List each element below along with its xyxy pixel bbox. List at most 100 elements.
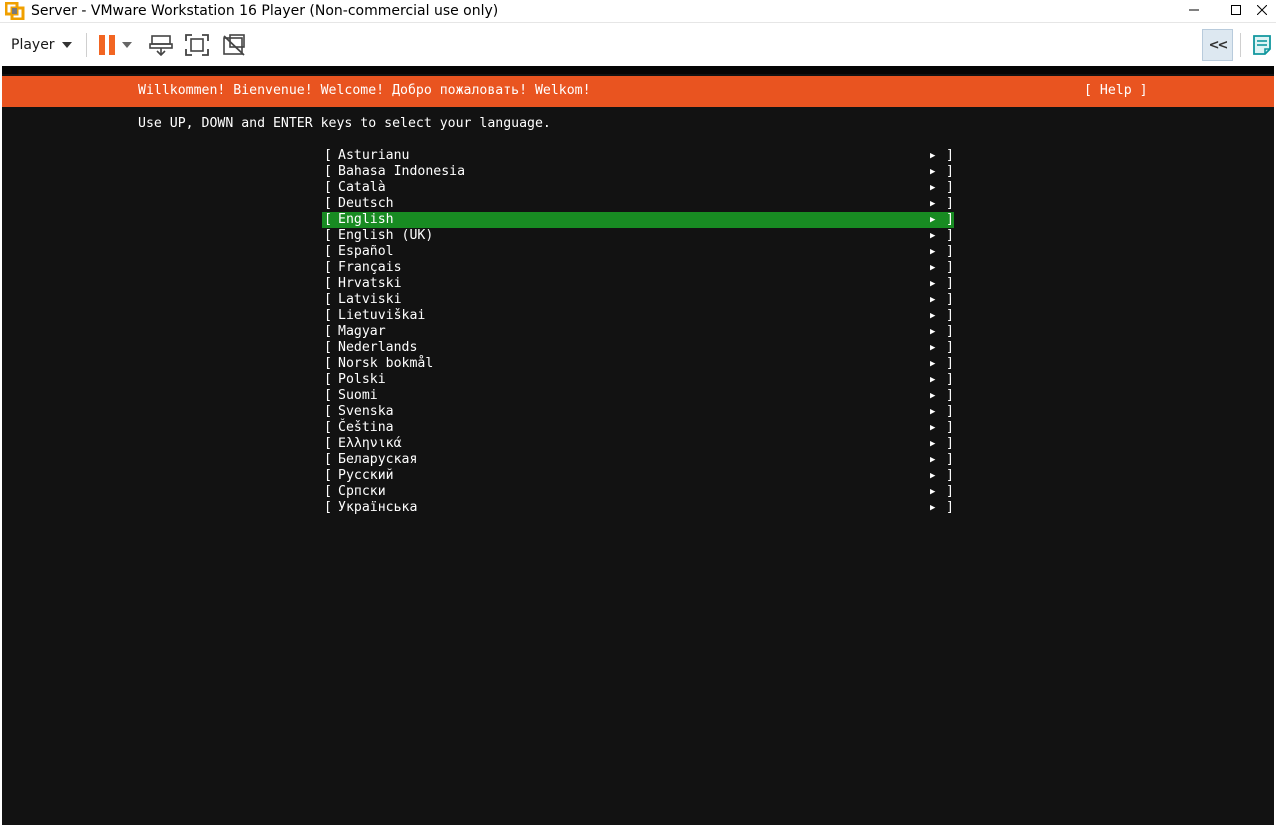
- arrow-right-icon: ▶: [930, 503, 936, 513]
- bracket-open: [: [324, 372, 332, 387]
- language-option[interactable]: [Français ▶]: [322, 260, 954, 276]
- installer-header: Willkommen! Bienvenue! Welcome! Добро по…: [2, 76, 1274, 107]
- help-button[interactable]: [ Help ]: [1084, 83, 1148, 99]
- bracket-open: [: [324, 308, 332, 323]
- arrow-right-icon: ▶: [930, 375, 936, 385]
- bracket-open: [: [324, 244, 332, 259]
- language-label: Hrvatski: [338, 276, 402, 291]
- language-option[interactable]: [Bahasa Indonesia ▶]: [322, 164, 954, 180]
- language-option[interactable]: [Беларуская ▶]: [322, 452, 954, 468]
- language-option[interactable]: [Català ▶]: [322, 180, 954, 196]
- bracket-close: ]: [946, 404, 954, 419]
- language-option[interactable]: [Magyar ▶]: [322, 324, 954, 340]
- unity-button[interactable]: [220, 31, 248, 59]
- language-option[interactable]: [Nederlands ▶]: [322, 340, 954, 356]
- language-option[interactable]: [Deutsch ▶]: [322, 196, 954, 212]
- language-option[interactable]: [Čeština ▶]: [322, 420, 954, 436]
- language-option[interactable]: [Hrvatski ▶]: [322, 276, 954, 292]
- player-menu-button[interactable]: Player: [6, 31, 77, 59]
- instructions-text: Use UP, DOWN and ENTER keys to select yo…: [138, 116, 551, 131]
- language-label: Norsk bokmål: [338, 356, 434, 371]
- collapse-button[interactable]: <<: [1202, 29, 1233, 61]
- bracket-close: ]: [946, 244, 954, 259]
- language-label: Čeština: [338, 420, 394, 435]
- bracket-close: ]: [946, 180, 954, 195]
- language-label: Magyar: [338, 324, 386, 339]
- arrow-right-icon: ▶: [930, 343, 936, 353]
- bracket-open: [: [324, 276, 332, 291]
- bracket-open: [: [324, 452, 332, 467]
- language-option[interactable]: [Српски ▶]: [322, 484, 954, 500]
- language-option[interactable]: [Suomi ▶]: [322, 388, 954, 404]
- arrow-right-icon: ▶: [930, 391, 936, 401]
- language-label: Српски: [338, 484, 386, 499]
- bracket-close: ]: [946, 484, 954, 499]
- bracket-close: ]: [946, 436, 954, 451]
- window-title: Server - VMware Workstation 16 Player (N…: [31, 3, 499, 19]
- language-option[interactable]: [Українська ▶]: [322, 500, 954, 516]
- toolbar: Player <<: [0, 22, 1276, 66]
- language-option[interactable]: [English ▶]: [322, 212, 954, 228]
- close-icon: [1257, 5, 1267, 15]
- language-option[interactable]: [Lietuviškai ▶]: [322, 308, 954, 324]
- language-option[interactable]: [Svenska ▶]: [322, 404, 954, 420]
- pause-icon: [99, 35, 115, 55]
- bracket-close: ]: [946, 308, 954, 323]
- bracket-open: [: [324, 212, 332, 227]
- arrow-right-icon: ▶: [930, 423, 936, 433]
- language-label: English (UK): [338, 228, 434, 243]
- fullscreen-button[interactable]: [183, 31, 211, 59]
- bracket-open: [: [324, 292, 332, 307]
- bracket-close: ]: [946, 196, 954, 211]
- dropdown-icon: [122, 42, 132, 48]
- arrow-right-icon: ▶: [930, 247, 936, 257]
- toolbar-divider: [1240, 33, 1241, 57]
- arrow-right-icon: ▶: [930, 295, 936, 305]
- language-option[interactable]: [ Polski ▶]: [322, 372, 954, 388]
- bracket-open: [: [324, 356, 332, 371]
- fullscreen-icon: [185, 34, 209, 56]
- bracket-open: [: [324, 164, 332, 179]
- power-dropdown-button[interactable]: [118, 31, 136, 59]
- language-option[interactable]: [Русский ▶]: [322, 468, 954, 484]
- language-label: Беларуская: [338, 452, 418, 467]
- language-option[interactable]: [English (UK) ▶]: [322, 228, 954, 244]
- maximize-button[interactable]: [1222, 0, 1250, 20]
- title-bar: Server - VMware Workstation 16 Player (N…: [0, 0, 1276, 22]
- bracket-open: [: [324, 484, 332, 499]
- bracket-open: [: [324, 340, 332, 355]
- vm-screen[interactable]: Willkommen! Bienvenue! Welcome! Добро по…: [2, 66, 1274, 825]
- language-option[interactable]: [Asturianu ▶]: [322, 148, 954, 164]
- language-label: Nederlands: [338, 340, 418, 355]
- send-ctrl-alt-del-button[interactable]: [147, 31, 175, 59]
- unity-icon: [223, 34, 245, 56]
- bracket-close: ]: [946, 356, 954, 371]
- language-option[interactable]: [Latviski ▶]: [322, 292, 954, 308]
- arrow-right-icon: ▶: [930, 279, 936, 289]
- close-button[interactable]: [1248, 0, 1276, 20]
- welcome-text: Willkommen! Bienvenue! Welcome! Добро по…: [138, 83, 591, 98]
- arrow-right-icon: ▶: [930, 359, 936, 369]
- bracket-close: ]: [946, 468, 954, 483]
- language-label: Ελληνικά: [338, 436, 402, 451]
- language-option[interactable]: [ Norsk bokmål ▶]: [322, 356, 954, 372]
- minimize-button[interactable]: [1180, 0, 1208, 20]
- bracket-open: [: [324, 388, 332, 403]
- bracket-close: ]: [946, 452, 954, 467]
- language-label: Català: [338, 180, 386, 195]
- bracket-open: [: [324, 228, 332, 243]
- bracket-close: ]: [946, 372, 954, 387]
- arrow-right-icon: ▶: [930, 311, 936, 321]
- language-option[interactable]: [Español ▶]: [322, 244, 954, 260]
- bracket-open: [: [324, 148, 332, 163]
- arrow-right-icon: ▶: [930, 327, 936, 337]
- arrow-right-icon: ▶: [930, 439, 936, 449]
- bracket-close: ]: [946, 260, 954, 275]
- arrow-right-icon: ▶: [930, 215, 936, 225]
- pause-button[interactable]: [93, 31, 121, 59]
- language-label: Polski: [338, 372, 386, 387]
- vmware-logo-icon: [4, 1, 25, 21]
- language-option[interactable]: [Ελληνικά ▶]: [322, 436, 954, 452]
- library-button[interactable]: [1248, 31, 1276, 59]
- language-label: Français: [338, 260, 402, 275]
